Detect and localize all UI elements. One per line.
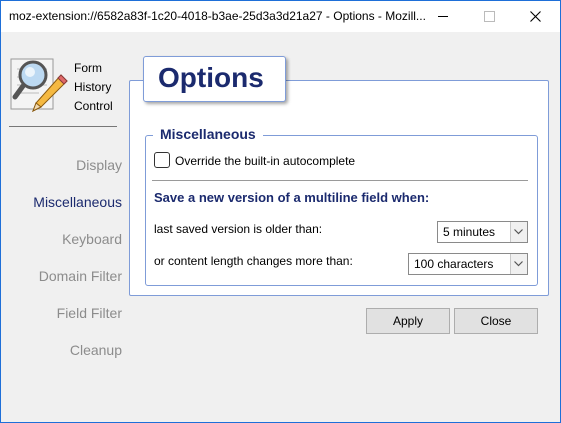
sidebar-item-domain-filter[interactable]: Domain Filter — [0, 268, 122, 284]
logo-line-1: Form — [74, 61, 102, 75]
options-header: Options — [143, 56, 286, 102]
page-title: Options — [158, 62, 264, 93]
chevron-down-icon — [510, 222, 527, 242]
override-autocomplete-checkbox[interactable] — [154, 152, 170, 168]
apply-button[interactable]: Apply — [366, 308, 450, 334]
age-threshold-label: last saved version is older than: — [154, 222, 323, 236]
sidebar-item-miscellaneous[interactable]: Miscellaneous — [0, 194, 122, 210]
window-title: moz-extension://6582a83f-1c20-4018-b3ae-… — [9, 9, 426, 23]
logo-text: Form History Control — [74, 59, 113, 116]
sidebar-item-keyboard[interactable]: Keyboard — [0, 231, 122, 247]
length-threshold-select[interactable]: 100 characters — [408, 253, 528, 275]
logo-line-2: History — [74, 80, 112, 94]
sidebar-item-cleanup[interactable]: Cleanup — [0, 342, 122, 358]
minimize-icon[interactable] — [420, 1, 466, 32]
chevron-down-icon — [510, 254, 527, 274]
length-threshold-label: or content length changes more than: — [154, 254, 353, 268]
logo-divider — [9, 126, 117, 127]
form-history-logo-icon — [9, 55, 69, 115]
close-button[interactable]: Close — [454, 308, 538, 334]
section-heading: Save a new version of a multiline field … — [154, 190, 430, 205]
age-threshold-select[interactable]: 5 minutes — [437, 221, 528, 243]
age-threshold-value: 5 minutes — [443, 225, 496, 239]
sidebar-item-display[interactable]: Display — [0, 157, 122, 173]
maximize-icon[interactable] — [466, 1, 512, 32]
override-autocomplete-label[interactable]: Override the built-in autocomplete — [175, 154, 355, 168]
logo-line-3: Control — [74, 99, 113, 113]
divider — [152, 180, 528, 181]
sidebar-item-field-filter[interactable]: Field Filter — [0, 305, 122, 321]
group-title: Miscellaneous — [153, 126, 263, 142]
title-bar[interactable]: moz-extension://6582a83f-1c20-4018-b3ae-… — [1, 1, 560, 32]
close-icon[interactable] — [512, 1, 558, 32]
length-threshold-value: 100 characters — [414, 257, 494, 271]
